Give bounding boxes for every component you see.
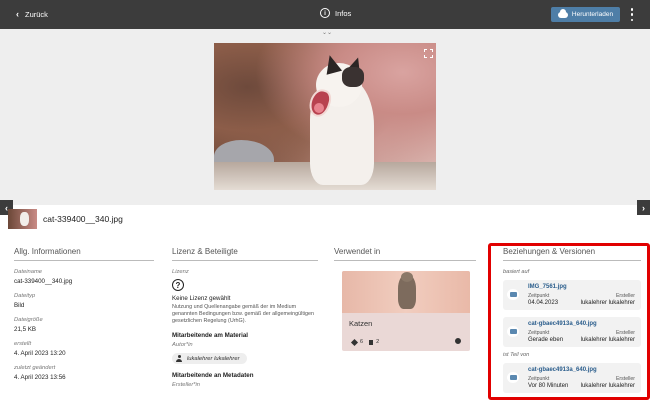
- contributor-name: lukalehrer lukalehrer: [187, 355, 240, 362]
- license-description: Nutzung und Quellenangabe gemäß der im M…: [172, 304, 315, 324]
- field-label: erstellt: [14, 341, 32, 347]
- drag-handle-icon: ⌄⌄: [322, 30, 333, 36]
- author-role-label: Autor*in: [172, 342, 193, 349]
- creator-role-label: Ersteller*in: [172, 382, 201, 389]
- collection-material-count: 6: [360, 339, 364, 345]
- field-label: zuletzt geändert: [14, 365, 56, 371]
- image-viewer: ⌄⌄: [0, 29, 650, 205]
- download-label: Herunterladen: [571, 11, 614, 18]
- material-contributors-heading: Mitarbeitende am Material: [172, 332, 248, 340]
- field-value: Bild: [14, 302, 25, 309]
- file-thumbnail: [8, 209, 37, 229]
- back-label: Zurück: [25, 9, 48, 19]
- more-options-button[interactable]: [629, 8, 635, 21]
- general-info-section: Allg. Informationen Dateiname cat-339400…: [14, 247, 154, 381]
- question-mark-icon: ?: [172, 279, 184, 291]
- field-label: Dateiname: [14, 269, 43, 275]
- more-dot-icon: [630, 13, 634, 16]
- more-dot-icon: [630, 18, 634, 21]
- collection-doc-count: 2: [376, 339, 380, 345]
- general-info-title: Allg. Informationen: [14, 247, 154, 261]
- back-button[interactable]: ‹ Zurück: [16, 9, 48, 19]
- license-title: Lizenz & Beteiligte: [172, 247, 318, 261]
- contributor-chip[interactable]: lukalehrer lukalehrer: [172, 353, 247, 365]
- field-value: 4. April 2023 13:20: [14, 350, 66, 357]
- info-label: Infos: [335, 8, 352, 18]
- layers-icon: [350, 338, 359, 346]
- info-icon: i: [320, 8, 330, 18]
- highlight-frame: [488, 243, 650, 400]
- document-icon: [369, 339, 374, 345]
- field-value: 21,5 KB: [14, 326, 37, 333]
- top-bar: ‹ Zurück i Infos Herunterladen: [0, 0, 650, 29]
- preview-image: [214, 43, 436, 190]
- license-label: Lizenz: [172, 269, 189, 275]
- collection-card[interactable]: Katzen 6 2: [342, 271, 470, 351]
- download-button[interactable]: Herunterladen: [551, 7, 620, 22]
- file-title: cat-339400__340.jpg: [43, 214, 123, 224]
- used-in-title: Verwendet in: [334, 247, 476, 261]
- info-button[interactable]: i Infos: [320, 8, 351, 18]
- metadata-contributors-heading: Mitarbeitende an Metadaten: [172, 372, 254, 380]
- used-in-section: Verwendet in: [334, 247, 476, 261]
- file-header: cat-339400__340.jpg: [8, 209, 123, 229]
- field-value: cat-339400__340.jpg: [14, 278, 73, 285]
- license-section: Lizenz & Beteiligte Lizenz ? Keine Lizen…: [172, 247, 318, 388]
- person-icon: [176, 355, 182, 362]
- field-label: Dateityp: [14, 293, 36, 299]
- next-arrow-button[interactable]: ›: [637, 200, 650, 215]
- collection-image: [342, 271, 470, 313]
- collection-title: Katzen: [349, 319, 373, 328]
- cloud-download-icon: [557, 8, 568, 18]
- fullscreen-icon[interactable]: [424, 49, 433, 58]
- license-name: Keine Lizenz gewählt: [172, 295, 231, 302]
- more-dot-icon: [630, 8, 634, 11]
- globe-icon: [455, 338, 461, 344]
- field-label: Dateigröße: [14, 317, 43, 323]
- chevron-left-icon: ‹: [16, 9, 19, 19]
- field-value: 4. April 2023 13:56: [14, 374, 66, 381]
- collection-meta: 6 2: [350, 338, 380, 346]
